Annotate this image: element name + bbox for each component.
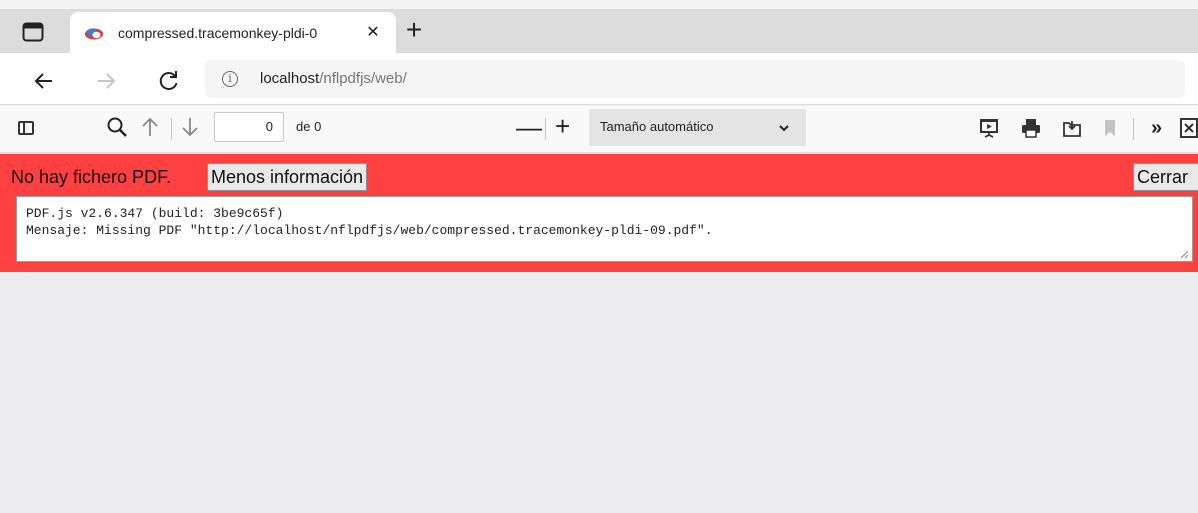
chevron-down-icon: [779, 125, 789, 132]
arrow-up-icon[interactable]: [140, 115, 160, 139]
browser-navigation-bar: i localhost/nflpdfjs/web/: [0, 53, 1198, 105]
browser-tab-active[interactable]: compressed.tracemonkey-pldi-0 ✕: [70, 12, 396, 53]
url-host: localhost: [260, 70, 320, 87]
search-icon[interactable]: [106, 116, 128, 140]
back-arrow-icon[interactable]: [30, 67, 58, 95]
refresh-icon[interactable]: [155, 67, 183, 95]
pdf-toolbar: 0 de 0 — + Tamaño automático »: [0, 106, 1198, 153]
address-bar[interactable]: i localhost/nflpdfjs/web/: [205, 60, 1185, 98]
error-details-textarea[interactable]: PDF.js v2.6.347 (build: 3be9c65f) Mensaj…: [16, 196, 1193, 262]
presentation-mode-icon[interactable]: [980, 118, 998, 138]
url-path: /nflpdfjs/web/: [319, 70, 407, 87]
new-tab-button[interactable]: +: [400, 14, 428, 46]
scale-select[interactable]: Tamaño automático: [589, 109, 806, 146]
toolbar-separator: [1133, 118, 1134, 140]
arrow-down-icon[interactable]: [180, 115, 200, 139]
error-bar: No hay fichero PDF. Menos información Ce…: [0, 154, 1198, 272]
plus-icon[interactable]: +: [555, 112, 570, 140]
close-error-button[interactable]: Cerrar: [1133, 163, 1198, 191]
resize-grip-icon[interactable]: [1180, 250, 1189, 259]
browser-tab-strip: compressed.tracemonkey-pldi-0 ✕ +: [0, 0, 1198, 60]
url-text[interactable]: localhost/nflpdfjs/web/: [260, 69, 407, 89]
double-chevron-right-icon[interactable]: »: [1151, 116, 1162, 140]
toolbar-separator: [171, 118, 172, 140]
print-icon[interactable]: [1021, 118, 1041, 138]
tab-actions-icon[interactable]: [22, 22, 44, 42]
scale-select-value: Tamaño automático: [600, 119, 714, 134]
page-number-input[interactable]: 0: [214, 112, 284, 142]
close-sidebar-icon[interactable]: [1180, 118, 1198, 138]
toolbar-separator: [545, 118, 546, 140]
open-file-icon[interactable]: [1062, 118, 1082, 138]
info-icon[interactable]: i: [222, 71, 238, 87]
cloud-favicon-icon: [85, 28, 103, 40]
viewer-container: [0, 272, 1198, 513]
tab-title: compressed.tracemonkey-pldi-0: [118, 25, 318, 41]
bookmark-icon[interactable]: [1104, 119, 1116, 137]
minus-icon[interactable]: —: [516, 113, 542, 141]
close-icon[interactable]: ✕: [362, 22, 384, 44]
forward-arrow-icon[interactable]: [92, 67, 120, 95]
sidebar-toggle-icon[interactable]: [18, 121, 34, 135]
error-message: No hay fichero PDF.: [11, 167, 172, 187]
less-info-button[interactable]: Menos información: [207, 163, 368, 191]
page-count-label: de 0: [296, 119, 322, 134]
